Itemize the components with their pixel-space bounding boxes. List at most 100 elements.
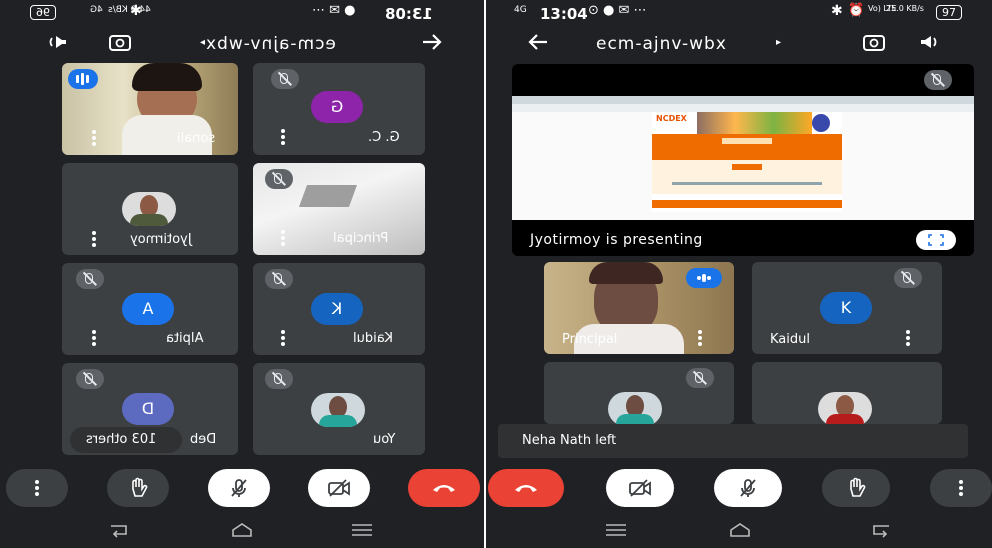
camera-toggle-button[interactable] [606, 469, 674, 507]
raise-hand-button[interactable] [107, 469, 169, 507]
tile-menu-icon[interactable] [281, 129, 285, 145]
presenting-label: Jyotirmoy is presenting [530, 232, 703, 248]
participant-tile-kaidul[interactable]: K Kaidul [752, 262, 942, 354]
tile-menu-icon[interactable] [281, 230, 285, 246]
mic-off-icon [265, 169, 293, 189]
meeting-code[interactable]: ecm-ajnv-wbx [596, 34, 727, 54]
call-controls [486, 464, 992, 512]
camera-off-icon [328, 479, 350, 497]
participant-tile-kaidul[interactable]: K Kaidul [253, 263, 425, 355]
more-options-button[interactable] [930, 469, 992, 507]
back-icon[interactable] [868, 522, 892, 538]
signal-label: 4G [90, 5, 103, 15]
status-time: 13:04 [540, 5, 588, 23]
call-controls [0, 464, 484, 512]
avatar [608, 392, 662, 424]
tile-menu-icon[interactable] [92, 231, 96, 247]
speaker-icon[interactable] [47, 32, 71, 56]
right-phone-screen: 4G 13:04 ⊙ ● ✉ ⋯ ✱ ⏰ Vo) LTE 25.0 KB/s 9… [486, 0, 992, 548]
mic-off-icon [76, 369, 104, 389]
participant-name: You [373, 432, 396, 447]
notification-icons: ⋯ ✉ ● [312, 3, 356, 18]
fullscreen-icon [928, 234, 944, 246]
avatar-initial: A [122, 293, 174, 325]
speaking-indicator-icon [68, 69, 98, 89]
presentation-tile[interactable]: NCDEX Jyotirmoy is presenting [512, 64, 974, 256]
mic-off-icon [686, 368, 714, 388]
mic-off-icon [265, 369, 293, 389]
shared-screen: NCDEX [512, 96, 974, 220]
status-bar: 96 4G 44.9 KB/s ✱ 13:08 ⋯ ✉ ● [0, 0, 484, 26]
meeting-top-bar: ecm-ajnv-wbx ◂ [0, 26, 484, 62]
mic-off-icon [924, 70, 952, 90]
forward-arrow-icon[interactable] [420, 32, 444, 56]
hang-up-icon [515, 485, 537, 492]
android-nav-bar [0, 512, 484, 548]
toast-message: Neha Nath left [498, 424, 968, 458]
participant-name: Jyotirmoy [130, 232, 192, 247]
camera-off-icon [629, 479, 651, 497]
raise-hand-button[interactable] [822, 469, 890, 507]
avatar-initial: K [311, 293, 363, 325]
home-icon[interactable] [728, 522, 752, 538]
dropdown-arrow-icon[interactable]: ◂ [200, 37, 205, 48]
mic-off-icon [894, 268, 922, 288]
participant-tile-alpita[interactable]: A Alpita [62, 263, 238, 355]
dropdown-arrow-icon[interactable]: ▸ [776, 37, 781, 48]
switch-camera-icon[interactable] [108, 32, 132, 56]
hand-icon [132, 477, 148, 497]
back-arrow-icon[interactable] [526, 32, 550, 56]
tile-menu-icon[interactable] [92, 330, 96, 346]
end-call-button[interactable] [488, 469, 564, 507]
participant-name: sonali [177, 131, 216, 146]
mic-off-icon [231, 479, 247, 497]
participant-tile-you[interactable]: You [253, 363, 425, 455]
speaking-indicator-icon [686, 268, 722, 288]
microphone-toggle-button[interactable] [208, 469, 270, 507]
camera-toggle-button[interactable] [308, 469, 370, 507]
participant-tile[interactable] [752, 362, 942, 424]
avatar [818, 392, 872, 424]
back-icon[interactable] [108, 522, 132, 538]
speaker-icon[interactable] [918, 32, 942, 56]
participant-tile-jyotirmoy[interactable]: Jyotirmoy [62, 163, 238, 255]
mic-off-icon [265, 269, 293, 289]
left-phone-screen: 96 4G 44.9 KB/s ✱ 13:08 ⋯ ✉ ● ecm-ajnv-w… [0, 0, 484, 548]
end-call-button[interactable] [408, 469, 480, 507]
participant-tile-gc[interactable]: G G. C. [253, 63, 425, 155]
more-options-button[interactable] [6, 469, 68, 507]
meeting-code[interactable]: ecm-ajnv-wbx [205, 34, 336, 54]
participant-name: Alpita [166, 331, 204, 346]
participant-tile-principal[interactable]: Principal [544, 262, 734, 354]
notification-icons: ⊙ ● ✉ ⋯ [588, 3, 647, 18]
participant-name: Principal [333, 231, 389, 246]
participant-name: Kaidul [770, 332, 810, 347]
participant-tile[interactable] [544, 362, 734, 424]
avatar-initial: G [311, 91, 363, 123]
participant-tile-deb[interactable]: D 103 others Deb [62, 363, 238, 455]
mic-off-icon [271, 69, 299, 89]
tile-menu-icon[interactable] [281, 330, 285, 346]
participant-tile-sonali[interactable]: sonali [62, 63, 238, 155]
tile-menu-icon[interactable] [698, 330, 702, 346]
recents-icon[interactable] [604, 522, 628, 538]
avatar [311, 393, 365, 427]
avatar [122, 192, 176, 226]
tile-menu-icon[interactable] [906, 330, 910, 346]
network-speed: 25.0 KB/s [886, 4, 924, 13]
participant-name: Principal [562, 332, 618, 347]
alarm-icon: ⏰ [848, 3, 865, 18]
battery-indicator: 96 [30, 5, 56, 20]
participant-tile-principal[interactable]: Principal [253, 163, 425, 255]
home-icon[interactable] [230, 522, 254, 538]
tile-menu-icon[interactable] [92, 130, 96, 146]
bluetooth-icon: ✱ [130, 3, 142, 19]
recents-icon[interactable] [350, 522, 374, 538]
switch-camera-icon[interactable] [862, 32, 886, 56]
fullscreen-button[interactable] [916, 230, 956, 250]
participant-name: G. C. [368, 130, 400, 145]
others-chip[interactable]: 103 others [70, 427, 182, 453]
hang-up-icon [433, 485, 455, 492]
signal-label: 4G [514, 5, 527, 15]
microphone-toggle-button[interactable] [714, 469, 782, 507]
